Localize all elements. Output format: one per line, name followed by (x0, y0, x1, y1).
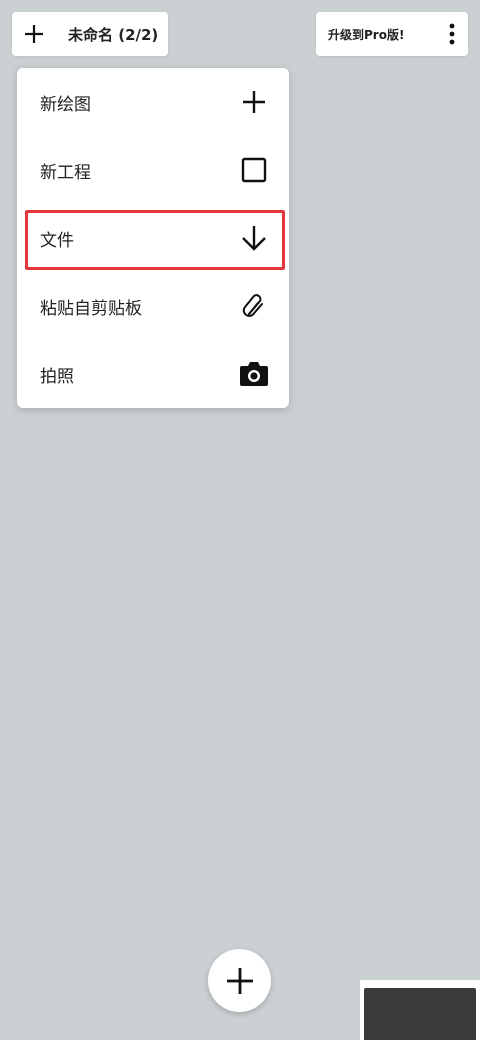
new-button[interactable] (12, 12, 56, 56)
menu-item-label: 新工程 (40, 162, 91, 183)
menu-item-label: 粘贴自剪贴板 (40, 298, 142, 319)
plus-icon (226, 967, 253, 994)
camera-icon (239, 359, 269, 389)
add-fab-button[interactable] (208, 949, 271, 1012)
menu-item-new-project[interactable]: 新工程 (17, 136, 289, 204)
document-title[interactable]: 未命名 (2/2) (68, 24, 158, 45)
menu-item-file[interactable]: 文件 (17, 204, 289, 272)
menu-item-label: 文件 (40, 230, 74, 251)
menu-item-new-drawing[interactable]: 新绘图 (17, 68, 289, 136)
new-menu: 新绘图 新工程 文件 粘贴自剪贴板 拍照 (17, 68, 289, 408)
menu-item-label: 新绘图 (40, 94, 91, 115)
square-icon (239, 155, 269, 185)
upgrade-bar: 升级到Pro版! (316, 12, 468, 56)
arrow-down-icon (239, 223, 269, 253)
paperclip-icon (239, 291, 269, 321)
plus-icon (239, 87, 269, 117)
watermark-area (360, 980, 480, 1040)
menu-item-label: 拍照 (40, 366, 74, 387)
menu-item-paste-clipboard[interactable]: 粘贴自剪贴板 (17, 272, 289, 340)
menu-item-take-photo[interactable]: 拍照 (17, 340, 289, 408)
upgrade-button[interactable]: 升级到Pro版! (328, 26, 436, 43)
plus-icon (25, 25, 43, 43)
document-title-bar: 未命名 (2/2) (12, 12, 168, 56)
watermark-image (364, 988, 476, 1040)
more-options-button[interactable] (436, 12, 468, 56)
more-vertical-icon (449, 23, 455, 45)
